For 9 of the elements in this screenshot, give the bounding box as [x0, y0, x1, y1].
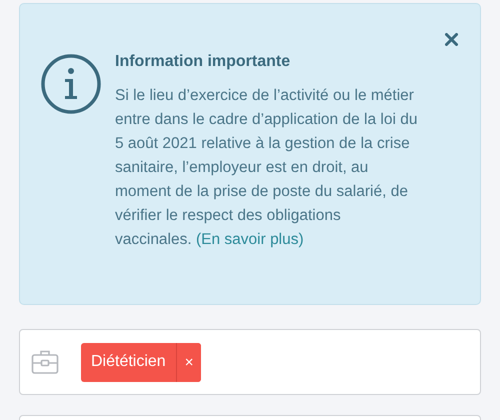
tag-label: Diététicien: [90, 352, 167, 372]
job-input-field[interactable]: Diététicien ×: [19, 329, 481, 395]
briefcase-icon: [31, 349, 59, 375]
close-icon[interactable]: [445, 33, 458, 46]
tag-remove-button[interactable]: ×: [176, 342, 202, 382]
info-icon: [41, 54, 101, 114]
alert-title: Information importante: [115, 52, 292, 72]
learn-more-link[interactable]: (En savoir plus): [196, 231, 304, 248]
alert-text: Si le lieu d’exercice de l’activité ou le métier entre dans le cadre d’application de la loi du 5 août 2021 relative à la gestion de la crise sanitaire, l’employeur est en droit, au moment de la prise de poste du salarié, de vérifier le respect des obligations vaccinales. (En savoir plus): [115, 86, 418, 250]
